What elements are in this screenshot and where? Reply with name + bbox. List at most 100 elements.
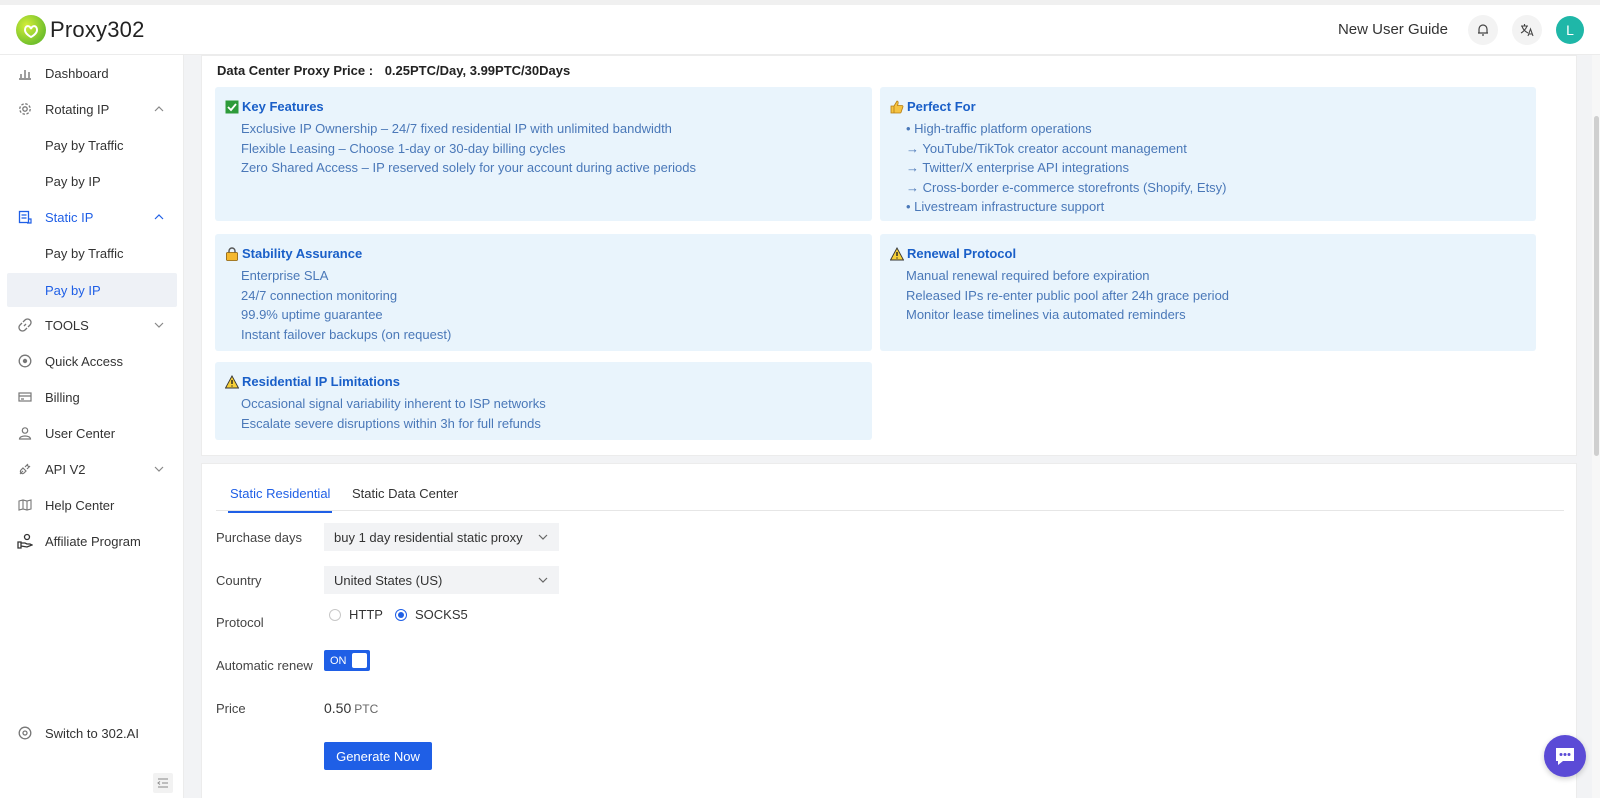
- data-center-price: Data Center Proxy Price : 0.25PTC/Day, 3…: [217, 63, 570, 78]
- list-item: Occasional signal variability inherent t…: [241, 396, 546, 411]
- list-item: Exclusive IP Ownership – 24/7 fixed resi…: [241, 121, 672, 136]
- select-value: buy 1 day residential static proxy: [334, 529, 523, 545]
- list-item: → Cross-border e-commerce storefronts (S…: [906, 179, 1227, 195]
- list-item: → Twitter/X enterprise API integrations: [906, 160, 1130, 175]
- protocol-radio-http[interactable]: HTTP: [329, 607, 383, 622]
- sidebar-item-label: API V2: [45, 461, 86, 477]
- protocol-radio-socks5[interactable]: SOCKS5: [395, 607, 468, 622]
- chat-bubble-icon: [1556, 748, 1574, 765]
- switch-to-302ai-link[interactable]: Switch to 302.AI: [7, 716, 177, 750]
- hand-coin-icon: [17, 533, 33, 549]
- sidebar-item-label: Quick Access: [45, 353, 124, 369]
- sidebar-item-static-pay-by-ip[interactable]: Pay by IP: [7, 273, 177, 307]
- sidebar-item-label: Static IP: [45, 209, 94, 225]
- lock-icon: [225, 246, 239, 261]
- panel-title: Key Features: [242, 99, 324, 114]
- credit-card-icon: [17, 389, 33, 405]
- list-item: Escalate severe disruptions within 3h fo…: [241, 415, 541, 431]
- sidebar-item-quick-access[interactable]: Quick Access: [7, 344, 177, 378]
- warning-icon: [890, 246, 904, 261]
- generate-now-button[interactable]: Generate Now: [324, 742, 432, 770]
- key-features-panel: Key Features Exclusive IP Ownership – 24…: [215, 87, 872, 221]
- tab-static-data-center[interactable]: Static Data Center: [352, 486, 458, 501]
- panel-title: Perfect For: [907, 99, 976, 114]
- collapse-sidebar-icon[interactable]: [153, 773, 173, 793]
- list-item: 24/7 connection monitoring: [241, 287, 398, 303]
- translate-icon[interactable]: [1512, 14, 1542, 45]
- list-item: Flexible Leasing – Choose 1-day or 30-da…: [241, 140, 566, 156]
- user-avatar[interactable]: L: [1556, 15, 1584, 44]
- tab-bar: Static Residential Static Data Center: [216, 478, 1564, 513]
- chevron-down-icon: [538, 534, 548, 540]
- check-mark-icon: [225, 100, 239, 114]
- list-item: → YouTube/TikTok creator account managem…: [906, 140, 1187, 156]
- radio-label: SOCKS5: [415, 607, 468, 622]
- sidebar-item-label: Help Center: [45, 497, 115, 513]
- panel-title: Residential IP Limitations: [242, 374, 400, 389]
- new-user-guide-link[interactable]: New User Guide: [1338, 21, 1448, 38]
- chevron-down-icon: [154, 466, 164, 472]
- tab-static-residential[interactable]: Static Residential: [228, 486, 333, 513]
- price-amount: 0.50: [324, 700, 352, 716]
- sidebar-item-api-v2[interactable]: API V2: [7, 452, 177, 486]
- sidebar-item-user-center[interactable]: User Center: [7, 416, 177, 450]
- purchase-form-card: Static Residential Static Data Center Pu…: [201, 463, 1577, 798]
- sidebar-item-label: Pay by IP: [45, 173, 101, 189]
- purchase-days-label: Purchase days: [216, 530, 302, 545]
- sidebar-item-help-center[interactable]: Help Center: [7, 488, 177, 522]
- server-icon: [17, 209, 33, 225]
- sidebar-item-rotating-pay-by-traffic[interactable]: Pay by Traffic: [7, 128, 177, 162]
- country-label: Country: [216, 573, 262, 588]
- switch-icon: [17, 725, 33, 741]
- perfect-for-panel: Perfect For • High-traffic platform oper…: [880, 87, 1536, 221]
- sidebar-item-rotating-ip[interactable]: Rotating IP: [7, 92, 177, 126]
- country-select[interactable]: United States (US): [324, 566, 559, 594]
- panel-title: Renewal Protocol: [907, 246, 1017, 261]
- price-unit: PTC: [354, 702, 379, 716]
- price-label: Price: [216, 701, 246, 716]
- residential-limitations-panel: Residential IP Limitations Occasional si…: [215, 362, 872, 440]
- purchase-days-select[interactable]: buy 1 day residential static proxy: [324, 523, 559, 551]
- bar-chart-icon: [17, 65, 33, 81]
- info-card: Data Center Proxy Price : 0.25PTC/Day, 3…: [201, 55, 1577, 456]
- list-item: Manual renewal required before expiratio…: [906, 268, 1150, 283]
- sidebar-item-label: Rotating IP: [45, 101, 110, 117]
- sidebar: Dashboard Rotating IP Pay by Traffic Pay…: [0, 55, 184, 798]
- sidebar-item-dashboard[interactable]: Dashboard: [7, 56, 177, 90]
- sidebar-item-tools[interactable]: TOOLS: [7, 308, 177, 342]
- list-item: Enterprise SLA: [241, 268, 329, 283]
- select-value: United States (US): [334, 572, 443, 588]
- stability-assurance-panel: Stability Assurance Enterprise SLA 24/7 …: [215, 234, 872, 351]
- protocol-label: Protocol: [216, 615, 264, 630]
- sidebar-item-static-ip[interactable]: Static IP: [7, 200, 177, 234]
- proxy302-logo-icon: [16, 14, 46, 45]
- notification-bell-icon[interactable]: [1468, 14, 1498, 45]
- sidebar-item-label: Pay by IP: [45, 282, 101, 298]
- plug-icon: [17, 461, 33, 477]
- logo[interactable]: Proxy302: [16, 14, 145, 45]
- sidebar-item-label: Pay by Traffic: [45, 137, 124, 153]
- sidebar-item-static-pay-by-traffic[interactable]: Pay by Traffic: [7, 236, 177, 270]
- sidebar-item-billing[interactable]: Billing: [7, 380, 177, 414]
- radio-label: HTTP: [349, 607, 383, 622]
- list-item: Zero Shared Access – IP reserved solely …: [241, 160, 696, 175]
- radio-circle-selected: [395, 608, 407, 621]
- sidebar-item-label: Dashboard: [45, 65, 109, 81]
- panel-title: Stability Assurance: [242, 246, 363, 261]
- automatic-renew-toggle[interactable]: ON: [324, 650, 370, 671]
- chevron-up-icon: [154, 106, 164, 112]
- chevron-up-icon: [154, 214, 164, 220]
- scrollbar-thumb[interactable]: [1594, 116, 1599, 456]
- sidebar-item-affiliate-program[interactable]: Affiliate Program: [7, 524, 177, 558]
- chat-support-button[interactable]: [1544, 735, 1586, 777]
- radio-circle: [329, 608, 341, 621]
- list-item: • Livestream infrastructure support: [906, 199, 1105, 214]
- thumbs-up-icon: [890, 100, 904, 114]
- link-icon: [17, 317, 33, 333]
- toggle-knob: [352, 653, 367, 668]
- sidebar-item-rotating-pay-by-ip[interactable]: Pay by IP: [7, 164, 177, 198]
- price-display: 0.50 PTC: [324, 700, 378, 716]
- top-bar: Proxy302 New User Guide L: [0, 0, 1600, 55]
- sidebar-item-label: TOOLS: [45, 317, 89, 333]
- automatic-renew-label: Automatic renew: [216, 658, 313, 673]
